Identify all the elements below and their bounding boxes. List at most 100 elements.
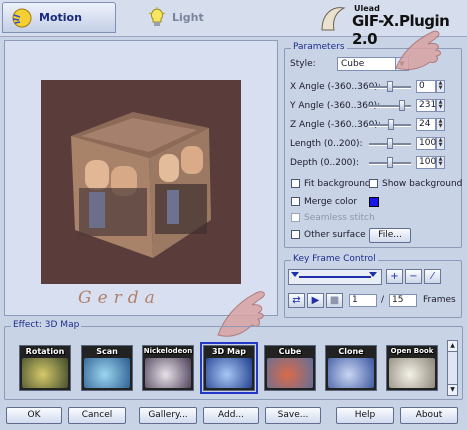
effect-label: Open Book <box>390 347 434 355</box>
effect-thumbnail <box>84 358 130 388</box>
remove-keyframe-icon[interactable]: − <box>405 269 422 284</box>
x-angle-input[interactable]: 0 <box>416 80 436 93</box>
seamless-stitch-label: Seamless stitch <box>304 213 375 223</box>
effect-open-book[interactable]: Open Book <box>386 345 438 391</box>
slider-thumb[interactable] <box>387 157 393 168</box>
parameters-title: Parameters <box>291 42 347 52</box>
help-button[interactable]: Help <box>336 407 394 424</box>
effect-thumbnail <box>328 358 374 388</box>
length-label: Length (0..200): <box>290 139 363 149</box>
depth-label: Depth (0..200): <box>290 158 359 168</box>
total-frames-input[interactable]: 15 <box>389 294 417 307</box>
keyframe-timeline[interactable] <box>288 269 382 285</box>
show-background-checkbox[interactable] <box>369 179 378 188</box>
cancel-button[interactable]: Cancel <box>68 407 126 424</box>
depth-spinner[interactable]: ▲ ▼ <box>436 156 445 169</box>
other-surface-label: Other surface <box>304 230 366 240</box>
slider-thumb[interactable] <box>387 81 393 92</box>
gallery-button[interactable]: Gallery... <box>139 407 197 424</box>
effect-label: 3D Map <box>211 347 247 356</box>
add-keyframe-icon[interactable]: + <box>386 269 403 284</box>
style-label: Style: <box>290 59 316 69</box>
preview-canvas <box>41 80 241 284</box>
slider-thumb[interactable] <box>388 119 394 130</box>
scroll-down-icon[interactable]: ▼ <box>448 384 457 395</box>
depth-input[interactable]: 100 <box>416 156 436 169</box>
scroll-up-icon[interactable]: ▲ <box>448 341 457 352</box>
effects-title: Effect: 3D Map <box>11 320 82 330</box>
keyframe-start-marker[interactable] <box>291 272 299 277</box>
length-input[interactable]: 100 <box>416 137 436 150</box>
slider-thumb[interactable] <box>399 100 405 111</box>
x-angle-label: X Angle (-360..360): <box>290 82 381 92</box>
ok-button[interactable]: OK <box>6 407 62 424</box>
lightbulb-icon <box>148 6 166 26</box>
brand-emblem-icon <box>321 7 346 31</box>
show-background-label: Show background <box>382 179 463 189</box>
effect-clone[interactable]: Clone <box>325 345 377 391</box>
depth-slider[interactable] <box>369 157 411 169</box>
effect-label: Clone <box>338 347 364 356</box>
stop-icon[interactable]: ■ <box>326 293 343 308</box>
tab-motion[interactable]: Motion <box>2 2 116 33</box>
merge-color-swatch[interactable] <box>369 197 379 207</box>
length-slider[interactable] <box>369 138 411 150</box>
y-angle-input[interactable]: 231 <box>416 99 436 112</box>
fit-background-checkbox[interactable] <box>291 179 300 188</box>
length-spinner[interactable]: ▲ ▼ <box>436 137 445 150</box>
loop-icon[interactable]: ⇄ <box>288 293 305 308</box>
x-angle-slider[interactable] <box>369 81 411 93</box>
other-surface-checkbox[interactable] <box>291 230 300 239</box>
y-angle-label: Y Angle (-360..360): <box>290 101 381 111</box>
tab-light-label: Light <box>172 11 204 24</box>
keyframe-title: Key Frame Control <box>291 254 378 264</box>
effect-thumbnail <box>145 358 191 388</box>
effects-scrollbar[interactable]: ▲ ▼ <box>447 340 458 396</box>
z-angle-slider[interactable] <box>369 119 411 131</box>
wand-icon[interactable]: ⁄ <box>424 269 441 284</box>
cube-preview <box>71 112 211 258</box>
seamless-stitch-checkbox <box>291 213 300 222</box>
about-button[interactable]: About <box>400 407 458 424</box>
parameters-group: Parameters Style: Cube ▼ X Angle (-360..… <box>284 42 463 248</box>
x-angle-spinner[interactable]: ▲ ▼ <box>436 80 445 93</box>
file-button[interactable]: File... <box>369 228 411 243</box>
add-button[interactable]: Add... <box>203 407 259 424</box>
effect-label: Nickelodeon <box>143 347 193 355</box>
effect-thumbnail <box>267 358 313 388</box>
effect-thumbnail <box>206 358 252 388</box>
effect-label: Rotation <box>25 347 65 356</box>
tab-motion-label: Motion <box>39 11 82 24</box>
play-icon[interactable]: ▶ <box>307 293 324 308</box>
effect-thumbnail <box>389 358 435 388</box>
pointing-hand-icon <box>395 30 441 71</box>
y-angle-spinner[interactable]: ▲ ▼ <box>436 99 445 112</box>
effect-3d-map[interactable]: 3D Map <box>200 342 258 394</box>
frame-separator: / <box>381 295 385 305</box>
motion-icon <box>12 8 32 27</box>
keyframe-group: Key Frame Control + − ⁄ ⇄ ▶ ■ 1 / 15 Fra… <box>284 254 462 318</box>
effect-nickelodeon[interactable]: Nickelodeon <box>142 345 194 391</box>
merge-color-checkbox[interactable] <box>291 197 300 206</box>
merge-color-label: Merge color <box>304 197 358 207</box>
slider-thumb[interactable] <box>387 138 393 149</box>
z-angle-input[interactable]: 24 <box>416 118 436 131</box>
preview-signature: Gerda <box>78 288 161 308</box>
z-angle-spinner[interactable]: ▲ ▼ <box>436 118 445 131</box>
effect-scan[interactable]: Scan <box>81 345 133 391</box>
tab-light[interactable]: Light <box>140 2 240 33</box>
current-frame-input[interactable]: 1 <box>349 294 377 307</box>
effect-label: Scan <box>96 347 118 356</box>
frames-label: Frames <box>423 295 456 305</box>
effect-cube[interactable]: Cube <box>264 345 316 391</box>
style-select-value: Cube <box>341 59 365 69</box>
y-angle-slider[interactable] <box>369 100 411 112</box>
save-button[interactable]: Save... <box>265 407 321 424</box>
effect-rotation[interactable]: Rotation <box>19 345 71 391</box>
effects-group: Effect: 3D Map Rotation Scan Nickelodeon… <box>4 320 463 400</box>
keyframe-end-marker[interactable] <box>369 272 377 277</box>
effect-thumbnail <box>22 358 68 388</box>
z-angle-label: Z Angle (-360..360): <box>290 120 381 130</box>
fit-background-label: Fit background <box>304 179 371 189</box>
effect-label: Cube <box>278 347 302 356</box>
